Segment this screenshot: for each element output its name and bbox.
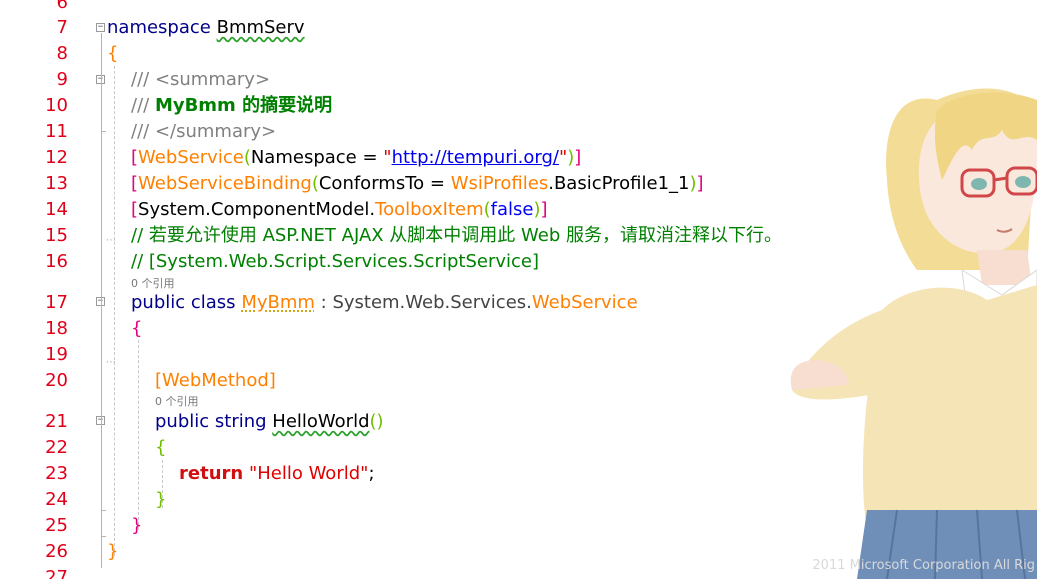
codelens-references[interactable]: 0 个引用 [155, 393, 199, 409]
code-line-14: [System.ComponentModel.ToolboxItem(false… [131, 199, 548, 221]
attribute-name: WebService [138, 147, 244, 168]
comment-text: // [System.Web.Script.Services.ScriptSer… [131, 251, 539, 272]
bracket: ] [696, 173, 704, 194]
base-namespace: System.Web.Services. [332, 292, 532, 313]
paren: () [369, 411, 384, 432]
quote: " [383, 147, 392, 168]
copyright-watermark: 2011 Microsoft Corporation All Rig [812, 558, 1035, 573]
brace: { [107, 43, 119, 64]
code-line-21: public string HelloWorld() [155, 411, 384, 433]
paren: ( [311, 173, 319, 194]
xml-tag: </summary> [154, 121, 277, 142]
background-character-illustration [790, 88, 1037, 579]
bracket: [ [131, 199, 139, 220]
code-line-25: } [131, 515, 142, 537]
url-link[interactable]: http://tempuri.org/ [392, 147, 559, 168]
semicolon: ; [368, 463, 375, 484]
code-line-20: [WebMethod] [155, 370, 276, 392]
code-line-7: namespace BmmServ [107, 17, 305, 39]
method-name: HelloWorld [272, 411, 370, 432]
code-line-15: // 若要允许使用 ASP.NET AJAX 从脚本中调用此 Web 服务，请取… [131, 225, 782, 247]
param-name: Namespace [250, 147, 357, 168]
base-class: WebService [531, 292, 638, 313]
attribute-name: WebMethod [162, 370, 269, 391]
brace: } [155, 489, 167, 510]
paren: ( [243, 147, 251, 168]
brace: { [155, 437, 167, 458]
attribute-name: WebServiceBinding [138, 173, 312, 194]
namespace-name: BmmServ [216, 17, 305, 38]
code-line-22: { [155, 437, 166, 459]
keyword: public class [131, 292, 236, 313]
code-line-23: return "Hello World"; [179, 463, 375, 485]
bool-literal: false [490, 199, 534, 220]
code-editor[interactable]: 6 7 8 9 10 11 12 13 14 15 16 17 18 19 20… [0, 0, 1037, 579]
code-line-9: /// <summary> [131, 69, 270, 91]
code-line-8: { [107, 43, 118, 65]
code-line-18: { [131, 318, 142, 340]
attribute-name: ToolboxItem [375, 199, 484, 220]
namespace-prefix: System.ComponentModel. [138, 199, 376, 220]
paren: ) [689, 173, 697, 194]
colon: : [314, 292, 333, 313]
keyword: return [179, 463, 244, 484]
doc-comment-text: MyBmm 的摘要说明 [154, 95, 333, 116]
code-line-10: /// MyBmm 的摘要说明 [131, 95, 332, 117]
brace: } [107, 541, 119, 562]
doc-comment-slashes: /// [131, 95, 150, 116]
quote: " [558, 147, 568, 168]
bracket: [ [131, 173, 139, 194]
doc-comment-slashes: /// [131, 69, 150, 90]
code-line-13: [WebServiceBinding(ConformsTo = WsiProfi… [131, 173, 704, 195]
string-literal: "Hello World" [248, 463, 369, 484]
bracket: ] [574, 147, 582, 168]
bracket: [ [131, 147, 139, 168]
code-line-11: /// </summary> [131, 121, 276, 143]
brace: } [131, 515, 143, 536]
code-line-17: public class MyBmm : System.Web.Services… [131, 292, 638, 314]
code-line-12: [WebService(Namespace = "http://tempuri.… [131, 147, 581, 169]
class-name: MyBmm [241, 292, 315, 313]
codelens-references[interactable]: 0 个引用 [131, 275, 175, 291]
bracket: [ [155, 370, 163, 391]
keyword: namespace [107, 17, 211, 38]
code-line-16: // [System.Web.Script.Services.ScriptSer… [131, 251, 539, 273]
paren: ( [483, 199, 491, 220]
code-line-24: } [155, 489, 166, 511]
equals: = [424, 173, 451, 194]
xml-tag: <summary> [154, 69, 271, 90]
comment-text: // 若要允许使用 ASP.NET AJAX 从脚本中调用此 Web 服务，请取… [131, 225, 782, 246]
paren: ) [533, 199, 541, 220]
bracket: ] [268, 370, 276, 391]
code-line-26: } [107, 541, 118, 563]
enum-value: BasicProfile1_1 [553, 173, 690, 194]
keyword: public string [155, 411, 267, 432]
enum-type: WsiProfiles [450, 173, 549, 194]
param-name: ConformsTo [318, 173, 425, 194]
equals: = [356, 147, 384, 168]
doc-comment-slashes: /// [131, 121, 150, 142]
brace: { [131, 318, 143, 339]
bracket: ] [540, 199, 548, 220]
